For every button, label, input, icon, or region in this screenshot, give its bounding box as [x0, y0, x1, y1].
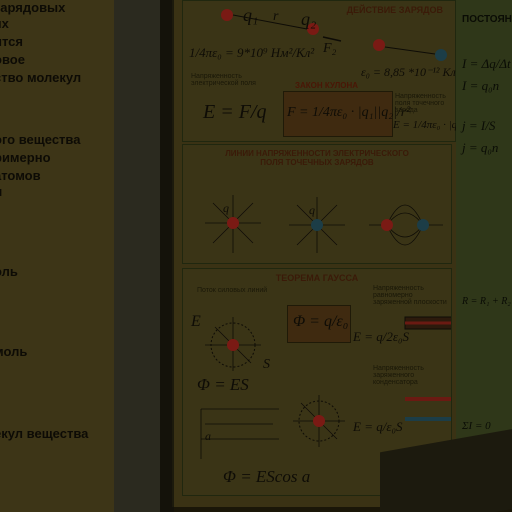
negative-charge: [311, 219, 323, 231]
s-label: S: [263, 357, 270, 372]
charge-q-label: q: [223, 201, 229, 215]
flux-cos-formula: Φ = EScos a: [223, 467, 311, 486]
left-poster-line: римерно: [0, 150, 51, 165]
positive-charge: [221, 9, 233, 21]
positive-charge: [373, 39, 385, 51]
q2-label: q₂: [301, 9, 317, 29]
coulomb-law-formula: F = 1/4πε₀ · |q₁||q₂|/r²: [287, 105, 411, 120]
left-poster-line: моль: [0, 344, 28, 359]
point-field-label: Напряженность поля точечного заряда: [395, 93, 446, 114]
coulomb-law-title: ЗАКОН КУЛОНА: [295, 81, 359, 90]
current-formula: I = Δq/Δt: [462, 56, 511, 71]
positive-charge: [381, 219, 393, 231]
positive-charge: [227, 339, 239, 351]
coulomb-constant: 1/4πε₀ = 9*10⁹ Нм²/Кл²: [189, 45, 315, 60]
plane-formula: E = q/2ε₀S: [353, 329, 409, 344]
positive-charge: [227, 217, 239, 229]
distance-line: [384, 46, 436, 55]
dipole-lines: [369, 204, 443, 246]
photo-scene: зарядовых ях ится овое ство молекул ого …: [0, 0, 512, 512]
r-label: r: [273, 9, 279, 24]
coulomb-section: ДЕЙСТВИЕ ЗАРЯДОВ q₁ q₂ r F₂ 1/4πε₀ = 9*1…: [182, 0, 483, 142]
field-strength-label: Напряженность электрической поля: [191, 73, 256, 87]
left-poster: зарядовых ях ится овое ство молекул ого …: [0, 0, 114, 512]
positive-charge: [313, 415, 325, 427]
left-poster-line: л: [0, 184, 2, 199]
gauss-formula: Φ = q/ε₀: [293, 313, 349, 330]
current-formula: R = R₁ + R₂: [462, 296, 511, 307]
left-poster-line: ство молекул: [0, 70, 82, 85]
current-formula: j = I/S: [462, 118, 496, 133]
capacitor-formula: E = q/ε₀S: [353, 419, 403, 434]
surface-element: [200, 408, 279, 459]
current-formula: I = q₀n: [462, 78, 500, 93]
flux-es-formula: Φ = ES: [197, 375, 249, 394]
current-formula: j = q₀n: [462, 140, 499, 155]
q1-label: q₁: [243, 5, 259, 25]
left-poster-line: екул вещества: [0, 426, 89, 441]
electrostatics-poster: ДЕЙСТВИЕ ЗАРЯДОВ q₁ q₂ r F₂ 1/4πε₀ = 9*1…: [172, 0, 483, 507]
left-poster-line: оль: [0, 264, 18, 279]
charge-q-label: q: [309, 203, 315, 217]
field-strength-formula: E = F/q: [203, 101, 267, 123]
negative-charge: [417, 219, 429, 231]
f2-label: F₂: [323, 41, 337, 56]
current-poster: ПОСТОЯННЫ I = Δq/Δt I = q₀n j = I/S j = …: [456, 0, 512, 470]
left-poster-line: зарядовых: [0, 0, 66, 15]
field-lines-section: ЛИНИИ НАПРЯЖЕННОСТИ ЭЛЕКТРИЧЕСКОГО ПОЛЯ …: [182, 144, 452, 264]
left-poster-line: ого вещества: [0, 132, 81, 147]
left-poster-line: ях: [0, 16, 9, 31]
e-vector-label: E: [191, 313, 201, 330]
left-poster-line: атомов: [0, 168, 41, 183]
current-poster-title: ПОСТОЯННЫ: [462, 14, 512, 25]
current-formula: ΣI = 0: [462, 420, 491, 432]
negative-charge: [435, 49, 447, 61]
left-poster-line: ится: [0, 34, 24, 49]
capacitor-label: Напряженность заряженного конденсатора: [373, 365, 424, 386]
angle-a-label: a: [205, 429, 211, 443]
left-poster-line: овое: [0, 52, 25, 67]
plane-label: Напряженность равномерно заряженной плос…: [373, 285, 447, 306]
